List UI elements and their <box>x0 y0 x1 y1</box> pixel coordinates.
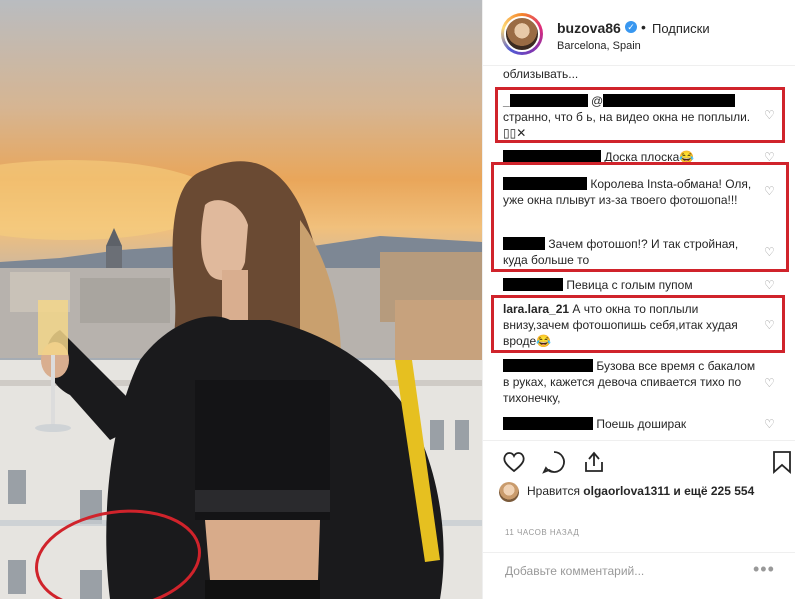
follow-status-button[interactable]: Подписки <box>652 21 710 36</box>
comment-like-heart-icon[interactable]: ♡ <box>764 418 776 430</box>
add-comment-input[interactable]: Добавьте комментарий... <box>505 564 644 578</box>
comment-text: облизывать... <box>503 67 579 81</box>
post-header: buzova86 ✓ • Подписки Barcelona, Spain <box>483 0 795 66</box>
redaction-bar <box>503 417 593 430</box>
likes-text: Нравится olgaorlova1311 и ещё 225 554 <box>527 483 767 500</box>
post-sidebar: buzova86 ✓ • Подписки Barcelona, Spain о… <box>482 0 795 599</box>
profile-avatar-ring[interactable] <box>501 13 543 55</box>
comment-item: Поешь доширак <box>503 416 763 432</box>
likes-count[interactable]: и ещё 225 554 <box>673 484 754 498</box>
post-actions-bar <box>483 440 795 480</box>
add-comment-bar: Добавьте комментарий... ••• <box>483 552 795 599</box>
comment-item: Бузова все время с бакалом в руках, каже… <box>503 358 763 406</box>
more-options-icon[interactable]: ••• <box>753 559 775 580</box>
comments-list[interactable]: облизывать... _ @ странно, что б ь, на в… <box>483 66 795 440</box>
post-timestamp: 11 ЧАСОВ НАЗАД <box>505 528 580 537</box>
comment-item: облизывать... <box>503 66 763 82</box>
redaction-bar <box>503 278 563 291</box>
comment-like-heart-icon[interactable]: ♡ <box>764 279 776 291</box>
likes-prefix: Нравится <box>527 484 580 498</box>
liker-username[interactable]: olgaorlova1311 <box>583 484 670 498</box>
highlight-box <box>491 295 785 353</box>
highlight-box <box>495 87 785 143</box>
highlight-box <box>491 162 789 272</box>
bookmark-icon[interactable] <box>769 449 795 475</box>
liker-avatar[interactable] <box>499 482 519 502</box>
post-location[interactable]: Barcelona, Spain <box>557 40 641 52</box>
header-separator: • <box>641 19 646 35</box>
comment-text: Певица с голым пупом <box>566 278 693 292</box>
profile-avatar[interactable] <box>504 16 540 52</box>
comment-like-heart-icon[interactable]: ♡ <box>764 377 776 389</box>
comment-text: Поешь доширак <box>596 417 687 431</box>
photo-illustration <box>0 160 482 599</box>
post-username[interactable]: buzova86 <box>557 20 621 36</box>
redaction-bar <box>503 359 593 372</box>
share-icon[interactable] <box>581 449 607 475</box>
verified-badge-icon: ✓ <box>625 21 637 33</box>
likes-summary: Нравится olgaorlova1311 и ещё 225 554 <box>483 480 795 520</box>
heart-icon[interactable] <box>501 449 527 475</box>
comment-icon[interactable] <box>541 449 567 475</box>
post-photo[interactable] <box>0 0 482 599</box>
comment-item: Певица с голым пупом <box>503 277 763 293</box>
